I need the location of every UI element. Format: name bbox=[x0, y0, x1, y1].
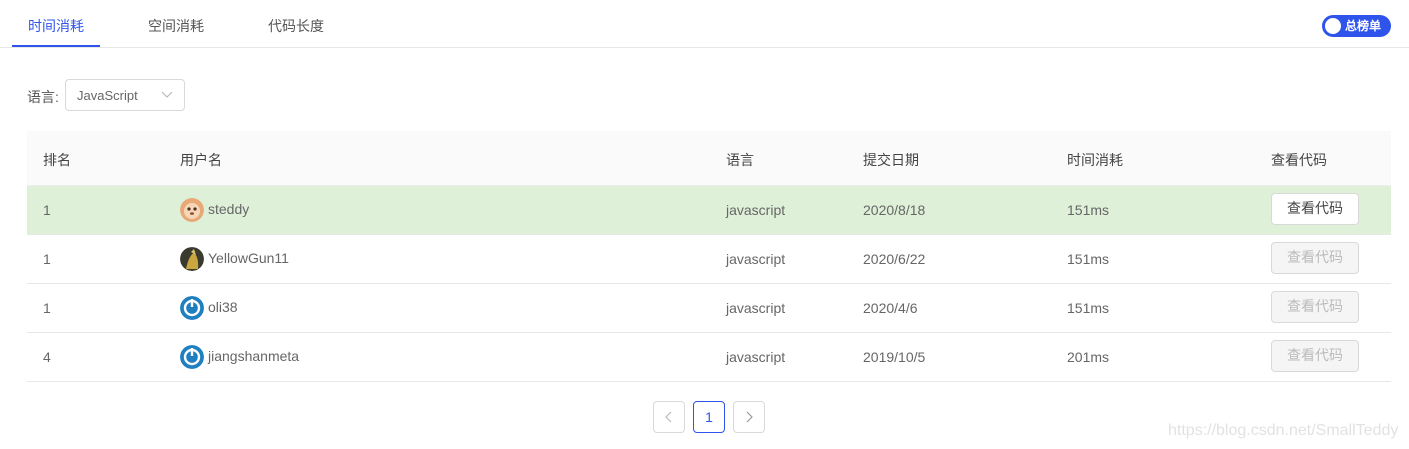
date-cell: 2020/8/18 bbox=[863, 202, 926, 218]
language-select[interactable]: JavaScript bbox=[65, 79, 185, 111]
table-row: 1 oli38 javascript 2020/4/6 151ms 查看代码 bbox=[27, 284, 1391, 333]
language-cell: javascript bbox=[726, 251, 786, 267]
rank-cell: 1 bbox=[43, 300, 51, 316]
avatar bbox=[180, 198, 204, 222]
prev-page-button[interactable] bbox=[653, 401, 685, 433]
leaderboard-toggle[interactable]: 总榜单 bbox=[1322, 15, 1391, 37]
date-cell: 2019/10/5 bbox=[863, 349, 926, 365]
avatar bbox=[180, 247, 204, 271]
header-time: 时间消耗 bbox=[1067, 152, 1123, 168]
avatar bbox=[180, 345, 204, 369]
rank-cell: 1 bbox=[43, 251, 51, 267]
language-cell: javascript bbox=[726, 349, 786, 365]
language-select-value: JavaScript bbox=[77, 88, 138, 103]
language-cell: javascript bbox=[726, 300, 786, 316]
header-language: 语言 bbox=[726, 152, 754, 168]
toggle-label: 总榜单 bbox=[1345, 19, 1382, 33]
chevron-left-icon bbox=[665, 411, 672, 423]
view-code-button[interactable]: 查看代码 bbox=[1271, 193, 1359, 225]
username[interactable]: oli38 bbox=[208, 299, 238, 315]
header-view-code: 查看代码 bbox=[1271, 152, 1327, 168]
tab-code-length[interactable]: 代码长度 bbox=[252, 16, 340, 47]
page-number-button[interactable]: 1 bbox=[693, 401, 725, 433]
chevron-right-icon bbox=[746, 411, 753, 423]
header-rank: 排名 bbox=[43, 152, 71, 168]
tab-space[interactable]: 空间消耗 bbox=[132, 16, 220, 47]
username[interactable]: YellowGun11 bbox=[208, 250, 289, 266]
chevron-down-icon bbox=[161, 91, 173, 98]
watermark: https://blog.csdn.net/SmallTeddy bbox=[1168, 422, 1399, 439]
tab-time[interactable]: 时间消耗 bbox=[12, 16, 100, 47]
avatar bbox=[180, 296, 204, 320]
rank-cell: 4 bbox=[43, 349, 51, 365]
tab-bar: 时间消耗 空间消耗 代码长度 bbox=[0, 0, 1409, 48]
toggle-knob bbox=[1325, 18, 1341, 34]
view-code-button[interactable]: 查看代码 bbox=[1271, 291, 1359, 323]
language-filter-label: 语言: bbox=[27, 89, 59, 105]
time-cell: 151ms bbox=[1067, 300, 1110, 316]
time-cell: 151ms bbox=[1067, 202, 1110, 218]
header-username: 用户名 bbox=[180, 152, 222, 168]
time-cell: 151ms bbox=[1067, 251, 1110, 267]
table-row: 1 YellowGun11 javascript 2020/6/22 151ms… bbox=[27, 235, 1391, 284]
view-code-button[interactable]: 查看代码 bbox=[1271, 242, 1359, 274]
rank-cell: 1 bbox=[43, 202, 51, 218]
next-page-button[interactable] bbox=[733, 401, 765, 433]
table-header: 排名 用户名 语言 提交日期 时间消耗 查看代码 bbox=[27, 131, 1391, 186]
date-cell: 2020/4/6 bbox=[863, 300, 918, 316]
view-code-button[interactable]: 查看代码 bbox=[1271, 340, 1359, 372]
username[interactable]: steddy bbox=[208, 201, 249, 217]
language-cell: javascript bbox=[726, 202, 786, 218]
date-cell: 2020/6/22 bbox=[863, 251, 926, 267]
time-cell: 201ms bbox=[1067, 349, 1110, 365]
header-date: 提交日期 bbox=[863, 152, 919, 168]
table-row: 1 steddy javascript 2020/8/18 151ms 查看代码 bbox=[27, 186, 1391, 235]
leaderboard-table: 排名 用户名 语言 提交日期 时间消耗 查看代码 1 steddy javasc… bbox=[27, 131, 1391, 382]
username[interactable]: jiangshanmeta bbox=[208, 348, 299, 364]
table-row: 4 jiangshanmeta javascript 2019/10/5 201… bbox=[27, 333, 1391, 382]
